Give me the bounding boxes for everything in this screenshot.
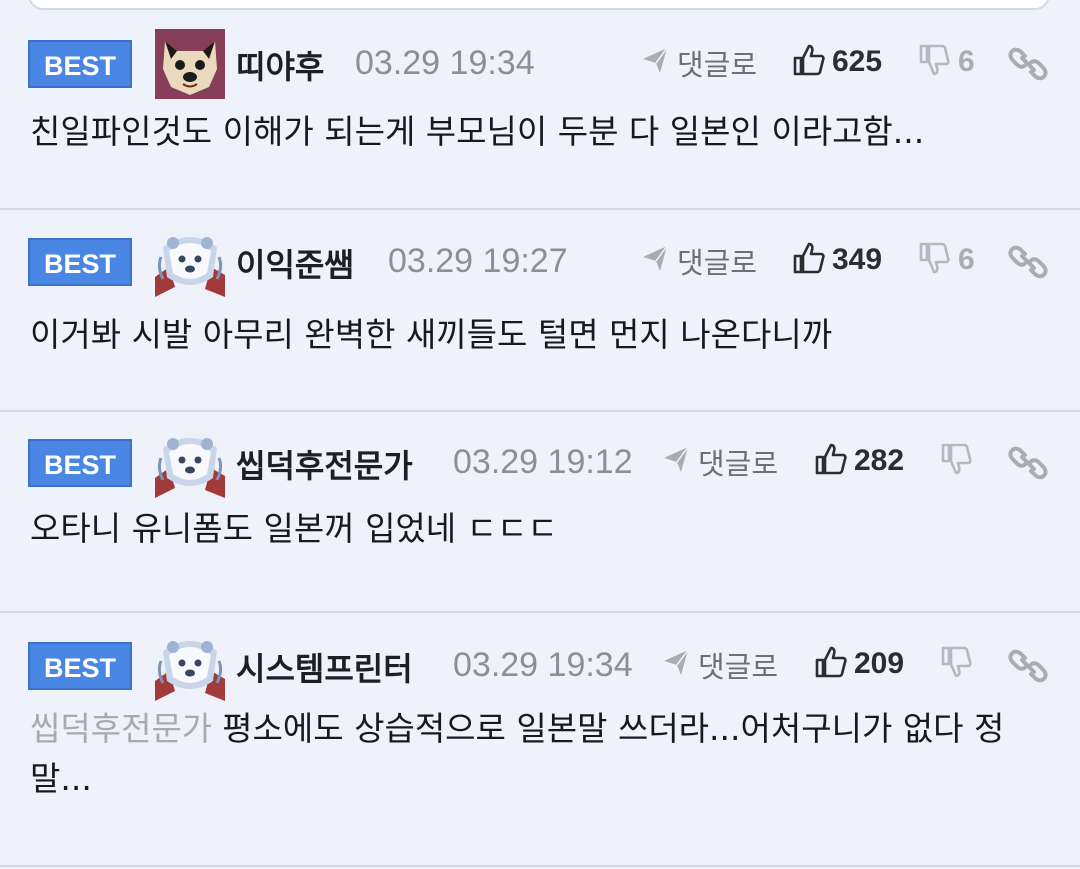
comment-item: BEST 시스템프린터 03.29 19:34 댓글로 209 씹덕후전문가 평… bbox=[0, 613, 1080, 867]
comment-body: 오타니 유니폼도 일본꺼 입었네 ㄷㄷㄷ bbox=[30, 504, 1050, 554]
best-badge: BEST bbox=[28, 40, 132, 88]
link-icon[interactable] bbox=[1008, 44, 1048, 84]
reply-button[interactable]: 댓글로 bbox=[641, 240, 757, 280]
reply-label: 댓글로 bbox=[677, 48, 758, 82]
send-arrow-icon bbox=[662, 647, 690, 684]
dislike-button[interactable] bbox=[940, 645, 980, 685]
nickname[interactable]: 시스템프린터 bbox=[236, 644, 413, 690]
previous-content-card bbox=[28, 0, 1050, 10]
comment-text: 친일파인것도 이해가 되는게 부모님이 두분 다 일본인 이라고함... bbox=[30, 112, 925, 151]
comment-text: 오타니 유니폼도 일본꺼 입었네 ㄷㄷㄷ bbox=[30, 509, 558, 548]
link-icon[interactable] bbox=[1008, 242, 1048, 282]
thumbs-down-icon bbox=[918, 241, 950, 279]
like-button[interactable]: 625 bbox=[792, 43, 882, 83]
nickname[interactable]: 띠야후 bbox=[236, 42, 324, 88]
like-count: 282 bbox=[854, 444, 905, 477]
thumbs-up-icon bbox=[814, 645, 848, 683]
link-icon[interactable] bbox=[1008, 443, 1048, 483]
send-arrow-icon bbox=[662, 444, 690, 481]
dislike-button[interactable]: 6 bbox=[918, 43, 975, 83]
best-badge: BEST bbox=[28, 238, 132, 286]
reply-label: 댓글로 bbox=[677, 246, 758, 280]
reply-mention[interactable]: 씹덕후전문가 bbox=[30, 709, 212, 748]
link-icon[interactable] bbox=[1008, 646, 1048, 686]
reply-button[interactable]: 댓글로 bbox=[641, 42, 757, 82]
send-arrow-icon bbox=[641, 45, 669, 82]
reply-button[interactable]: 댓글로 bbox=[662, 441, 778, 481]
timestamp: 03.29 19:34 bbox=[453, 646, 633, 684]
reply-label: 댓글로 bbox=[698, 650, 779, 684]
comment-item: BEST 이익준쌤 03.29 19:27 댓글로 349 6 이거봐 시발 아… bbox=[0, 210, 1080, 412]
reply-label: 댓글로 bbox=[698, 447, 779, 481]
like-count: 625 bbox=[832, 45, 883, 78]
timestamp: 03.29 19:27 bbox=[388, 242, 568, 280]
polar-bear-avatar[interactable] bbox=[155, 631, 225, 701]
timestamp: 03.29 19:12 bbox=[453, 443, 633, 481]
reply-button[interactable]: 댓글로 bbox=[662, 644, 778, 684]
comment-item: BEST 씹덕후전문가 03.29 19:12 댓글로 282 오타니 유니폼도… bbox=[0, 412, 1080, 613]
comment-item: BEST 띠야후 03.29 19:34 댓글로 625 6 친일파인것도 이해… bbox=[0, 12, 1080, 210]
polar-bear-avatar[interactable] bbox=[155, 428, 225, 498]
send-arrow-icon bbox=[641, 243, 669, 280]
thumbs-up-icon bbox=[814, 442, 848, 480]
dislike-count: 6 bbox=[958, 45, 975, 78]
dislike-button[interactable]: 6 bbox=[918, 241, 975, 281]
comment-list: BEST 띠야후 03.29 19:34 댓글로 625 6 친일파인것도 이해… bbox=[0, 0, 1080, 869]
nickname[interactable]: 이익준쌤 bbox=[236, 240, 354, 286]
thumbs-down-icon bbox=[940, 442, 972, 480]
best-badge: BEST bbox=[28, 642, 132, 690]
like-count: 349 bbox=[832, 243, 883, 276]
like-button[interactable]: 282 bbox=[814, 442, 904, 482]
timestamp: 03.29 19:34 bbox=[355, 44, 535, 82]
like-button[interactable]: 349 bbox=[792, 241, 882, 281]
comment-text: 이거봐 시발 아무리 완벽한 새끼들도 털면 먼지 나온다니까 bbox=[30, 315, 833, 354]
dislike-button[interactable] bbox=[940, 442, 980, 482]
thumbs-down-icon bbox=[940, 645, 972, 683]
comment-body: 씹덕후전문가 평소에도 상습적으로 일본말 쓰더라...어처구니가 없다 정말..… bbox=[30, 704, 1050, 804]
thumbs-down-icon bbox=[918, 43, 950, 81]
like-count: 209 bbox=[854, 647, 905, 680]
comment-body: 친일파인것도 이해가 되는게 부모님이 두분 다 일본인 이라고함... bbox=[30, 107, 1050, 157]
nickname[interactable]: 씹덕후전문가 bbox=[236, 441, 413, 487]
like-button[interactable]: 209 bbox=[814, 645, 904, 685]
comment-body: 이거봐 시발 아무리 완벽한 새끼들도 털면 먼지 나온다니까 bbox=[30, 310, 1050, 360]
polar-bear-avatar[interactable] bbox=[155, 227, 225, 297]
thumbs-up-icon bbox=[792, 43, 826, 81]
shiba-avatar[interactable] bbox=[155, 29, 225, 99]
best-badge: BEST bbox=[28, 439, 132, 487]
dislike-count: 6 bbox=[958, 243, 975, 276]
thumbs-up-icon bbox=[792, 241, 826, 279]
